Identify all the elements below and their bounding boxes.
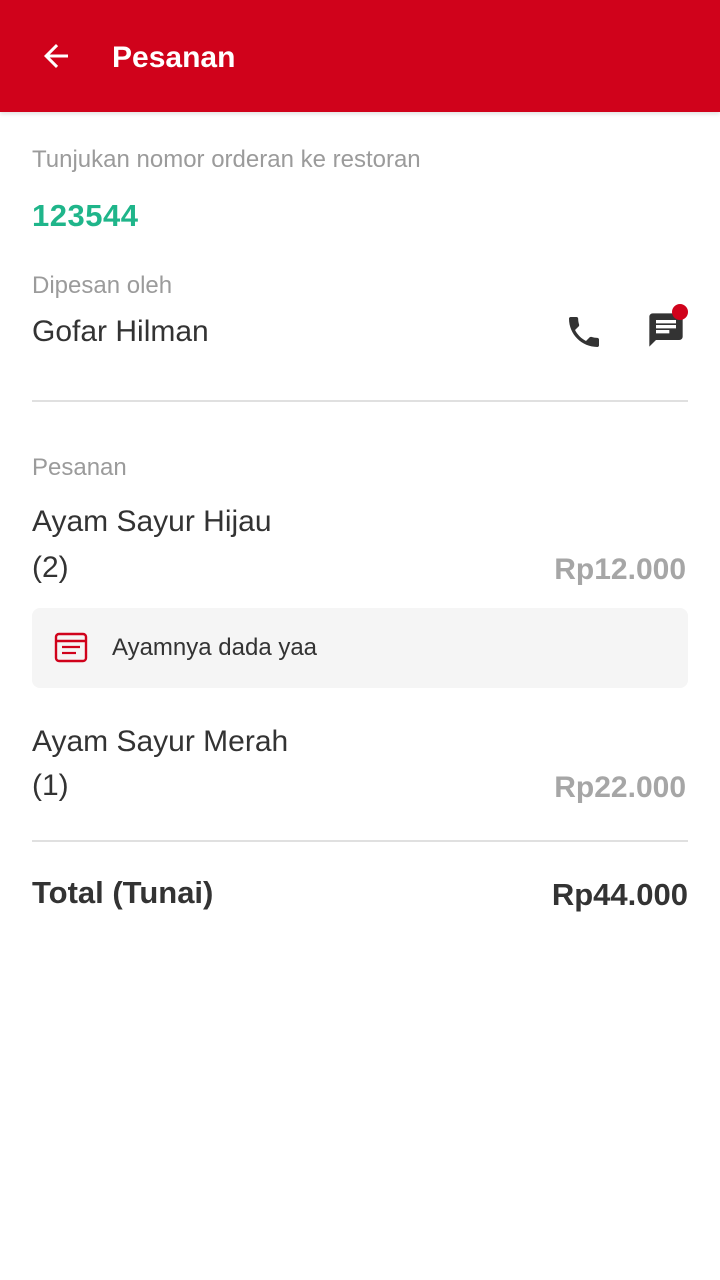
divider [32, 400, 688, 402]
total-label: Total (Tunai) [32, 875, 214, 910]
phone-icon [569, 317, 599, 347]
order-items-label: Pesanan [32, 454, 127, 481]
arrow-left-icon [44, 44, 68, 68]
item-name: Ayam Sayur Hijau [32, 505, 272, 538]
order-number-prompt: Tunjukan nomor orderan ke restoran [32, 146, 421, 173]
call-button[interactable] [556, 304, 612, 360]
receipt-icon [54, 632, 88, 663]
chat-button[interactable] [636, 300, 696, 360]
item-qty: (1) [32, 769, 69, 802]
item-price: Rp22.000 [554, 771, 686, 804]
back-button[interactable] [28, 32, 84, 80]
total-value: Rp44.000 [551, 877, 688, 912]
item-note-text: Ayamnya dada yaa [112, 634, 318, 661]
item-note: Ayamnya dada yaa [32, 608, 688, 688]
item-qty: (2) [32, 551, 69, 584]
divider [32, 840, 688, 842]
order-number: 123544 [32, 198, 139, 233]
page-title: Pesanan [112, 41, 236, 74]
unread-badge [672, 304, 688, 320]
app-bar: Pesanan [0, 0, 720, 112]
item-price: Rp12.000 [554, 553, 686, 586]
ordered-by-label: Dipesan oleh [32, 272, 173, 299]
item-name: Ayam Sayur Merah [32, 725, 289, 758]
customer-name: Gofar Hilman [32, 315, 209, 348]
